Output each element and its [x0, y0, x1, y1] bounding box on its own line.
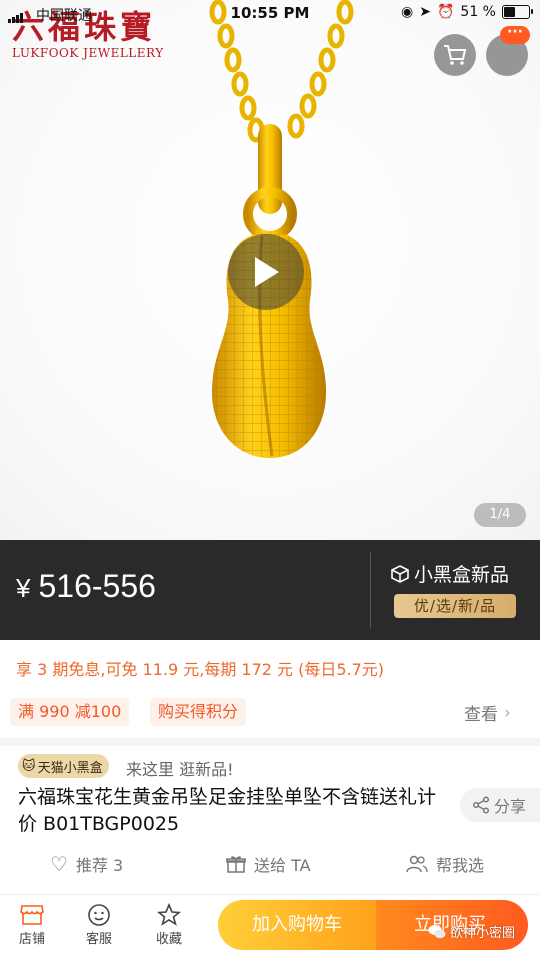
new-product-label: 小黑盒新品 — [414, 564, 510, 586]
view-promos-link[interactable]: 查看 › — [464, 700, 511, 726]
more-badge[interactable]: ··· — [500, 25, 530, 44]
installment-info[interactable]: 享 3 期免息,可免 11.9 元,每期 172 元 (每日5.7元) — [16, 656, 384, 680]
favorite-tab[interactable]: 收藏 — [147, 902, 191, 947]
new-product-tag: 小黑盒新品 — [390, 560, 509, 587]
gift-icon — [226, 856, 246, 873]
cart-icon — [444, 45, 467, 65]
play-icon — [255, 257, 279, 287]
product-title: 六福珠宝花生黄金吊坠足金挂坠单坠不含链送礼计价 B01TBGP0025 — [18, 786, 437, 835]
service-label: 客服 — [85, 932, 112, 947]
shop-tab[interactable]: 店铺 — [10, 902, 54, 947]
tmall-slogan: 来这里 逛新品! — [126, 760, 234, 779]
image-page-indicator: 1/4 — [474, 503, 526, 527]
watermark-label: 欲神小密圈 — [450, 926, 516, 941]
gift-label: 送给 TA — [254, 856, 311, 875]
service-tab[interactable]: 客服 — [77, 902, 121, 947]
tmall-box-chip[interactable]: 🐱 天猫小黑盒 — [18, 754, 109, 778]
currency-symbol: ¥ — [16, 573, 31, 603]
play-video-button[interactable] — [228, 234, 304, 310]
chevron-right-icon: › — [504, 702, 511, 723]
tmall-cat-icon: 🐱 — [22, 758, 36, 774]
discount-chip[interactable]: 满 990 减100 — [10, 698, 130, 726]
view-label: 查看 — [464, 705, 498, 725]
favorite-label: 收藏 — [155, 932, 182, 947]
battery-percent: 51 % — [460, 4, 496, 20]
shop-label: 店铺 — [18, 932, 45, 947]
share-button[interactable]: 分享 — [460, 788, 540, 822]
watermark: 欲神小密圈 — [428, 922, 515, 941]
share-label: 分享 — [494, 797, 527, 816]
share-icon — [472, 796, 490, 814]
rotation-lock-icon: ◉ — [401, 4, 414, 20]
cart-button[interactable] — [434, 34, 476, 76]
heart-icon: ♡ — [50, 852, 68, 876]
star-icon — [157, 903, 181, 926]
status-right: ◉ ➤ ⏰ 51 % — [401, 4, 533, 20]
new-product-subtag: 优/选/新/品 — [394, 594, 516, 618]
price-divider — [370, 552, 371, 628]
shop-icon — [20, 905, 44, 925]
alarm-icon: ⏰ — [436, 4, 455, 20]
points-chip[interactable]: 购买得积分 — [150, 698, 247, 726]
box-icon — [391, 564, 409, 583]
add-to-cart-button[interactable]: 加入购物车 — [218, 900, 376, 950]
battery-icon — [502, 5, 533, 19]
status-bar: 中国联通 10:55 PM ◉ ➤ ⏰ 51 % — [0, 0, 540, 28]
price: ¥516-556 — [16, 568, 156, 605]
people-icon — [406, 855, 428, 873]
help-choose-button[interactable]: 帮我选 — [406, 852, 484, 876]
location-icon: ➤ — [419, 4, 431, 20]
price-range: 516-556 — [38, 568, 156, 604]
wechat-icon — [428, 924, 446, 938]
recommend-button[interactable]: ♡ 推荐 3 — [50, 852, 123, 876]
gift-button[interactable]: 送给 TA — [226, 852, 311, 876]
recommend-label: 推荐 3 — [75, 856, 124, 875]
help-label: 帮我选 — [436, 856, 485, 875]
service-icon — [88, 904, 110, 926]
brand-name-en: LUKFOOK JEWELLERY — [12, 46, 164, 60]
section-divider — [0, 738, 540, 746]
tmall-box-label: 天猫小黑盒 — [37, 760, 103, 776]
